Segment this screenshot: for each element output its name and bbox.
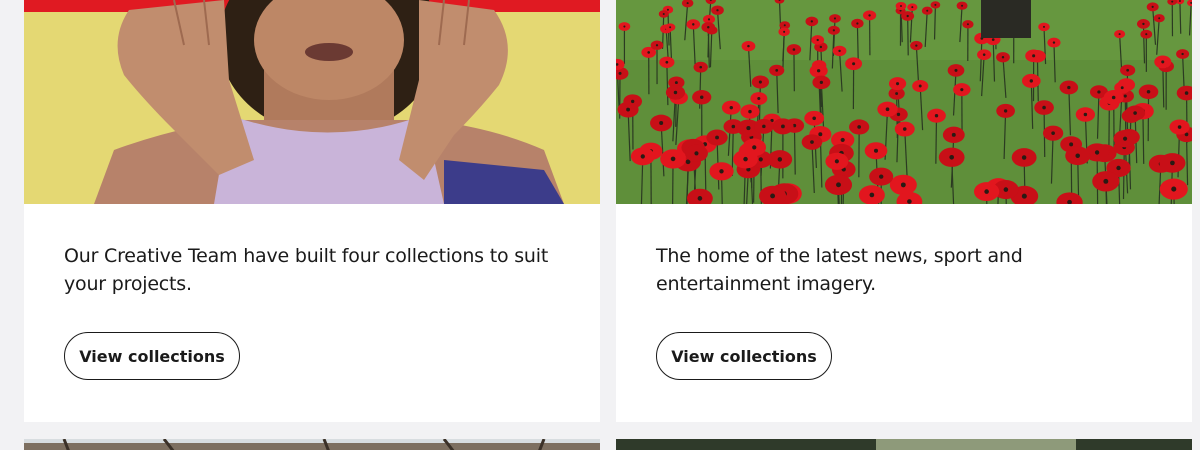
view-collections-button[interactable]: View collections <box>656 332 832 380</box>
creative-card-image[interactable] <box>24 0 600 204</box>
next-card-image-peek <box>616 437 1192 450</box>
creative-card-description: Our Creative Team have built four collec… <box>64 245 549 295</box>
next-card-image-peek <box>24 437 600 450</box>
view-collections-button[interactable]: View collections <box>64 332 240 380</box>
editorial-collections-card: The home of the latest news, sport and e… <box>616 0 1192 422</box>
poppies-card-image[interactable] <box>616 0 1192 204</box>
creative-collections-card: Our Creative Team have built four collec… <box>24 0 600 422</box>
editorial-card-description: The home of the latest news, sport and e… <box>656 245 1023 295</box>
